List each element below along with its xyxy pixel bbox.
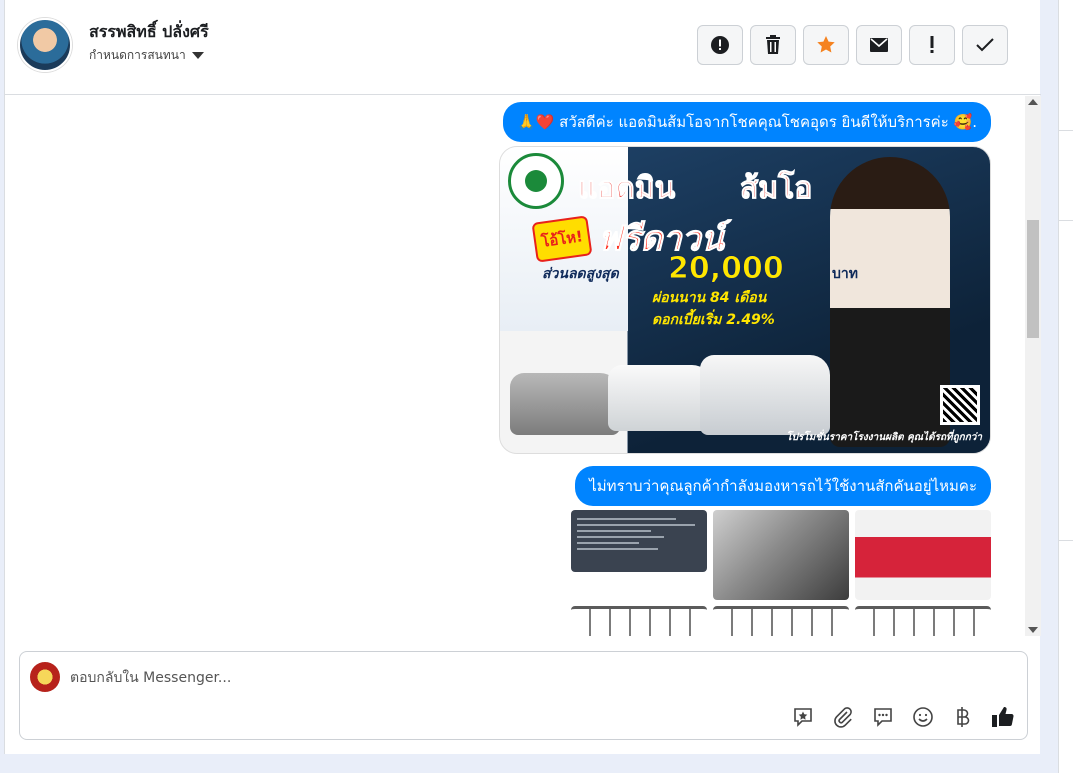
like-button[interactable] xyxy=(991,705,1015,729)
attach-button[interactable] xyxy=(831,705,855,729)
qr-code xyxy=(940,385,980,425)
attachment-icon xyxy=(834,707,852,728)
spam-button[interactable] xyxy=(697,25,743,65)
conversation-header: สรรพสิทธิ์ ปลั่งศรี กำหนดการสนทนา xyxy=(5,0,1041,95)
follow-up-button[interactable] xyxy=(909,25,955,65)
promo-interest: ดอกเบี้ยเริ่ม 2.49% xyxy=(652,312,775,328)
photo-ceiling-3[interactable] xyxy=(855,606,991,636)
promo-image[interactable]: แอดมิน ส้มโอ โอ้โห! ฟรีดาวน์ ส่วนลดสูงสุ… xyxy=(499,146,991,454)
composer-toolbar xyxy=(791,705,1015,729)
star-button[interactable] xyxy=(803,25,849,65)
photo-ceiling-1[interactable] xyxy=(571,606,707,636)
saved-reply-icon xyxy=(794,708,812,727)
emoji-icon xyxy=(913,707,933,727)
action-toolbar xyxy=(697,25,1008,65)
message-thread[interactable]: 🙏❤️ สวัสดีค่ะ แอดมินส้มโอจากโชคคุณโชคอุด… xyxy=(5,96,1025,636)
envelope-icon xyxy=(870,38,888,52)
assign-label: กำหนดการสนทนา xyxy=(89,48,186,62)
dealer-logo xyxy=(508,153,564,209)
emoji-button[interactable] xyxy=(911,705,935,729)
promo-installment: ผ่อนนาน 84 เดือน xyxy=(652,290,767,306)
car-pickup-white xyxy=(608,365,712,431)
photo-ceiling-2[interactable] xyxy=(713,606,849,636)
model-figure xyxy=(830,157,950,447)
spam-icon xyxy=(711,36,729,54)
reply-input[interactable] xyxy=(70,664,770,692)
scroll-down-icon[interactable] xyxy=(1028,627,1038,633)
promo-name-text: ส้มโอ xyxy=(739,171,813,207)
assign-conversation-dropdown[interactable]: กำหนดการสนทนา xyxy=(89,46,204,65)
promo-tag: โอ้โห! xyxy=(531,215,593,263)
photo-document[interactable] xyxy=(571,510,707,572)
promo-footer: โปรโมชั่นราคาโรงงานผลิต คุณได้รถที่ถูกกว… xyxy=(786,432,982,443)
promo-discount-label: ส่วนลดสูงสุด xyxy=(542,266,619,282)
promo-discount-value: 20,000 xyxy=(668,251,785,287)
like-icon xyxy=(992,707,1014,727)
quick-reply-button[interactable] xyxy=(871,705,895,729)
quick-reply-icon xyxy=(874,708,892,727)
avatar[interactable] xyxy=(18,18,72,72)
scroll-up-icon[interactable] xyxy=(1028,99,1038,105)
photo-red-car[interactable] xyxy=(855,510,991,600)
star-icon xyxy=(817,36,835,53)
thread-scrollbar[interactable] xyxy=(1025,96,1041,636)
delete-button[interactable] xyxy=(750,25,796,65)
trash-icon xyxy=(766,35,780,54)
message-bubble-question: ไม่ทราบว่าคุณลูกค้ากำลังมองหารถไว้ใช้งาน… xyxy=(575,466,991,506)
page-avatar xyxy=(30,662,60,692)
payment-button[interactable] xyxy=(951,705,975,729)
caret-down-icon xyxy=(191,52,204,59)
baht-icon xyxy=(957,707,970,727)
scrollbar-thumb[interactable] xyxy=(1027,220,1039,338)
promo-admin-text: แอดมิน xyxy=(577,171,676,207)
car-pickup-cargo xyxy=(700,355,830,435)
saved-reply-button[interactable] xyxy=(791,705,815,729)
photo-car-interior[interactable] xyxy=(713,510,849,600)
reply-composer xyxy=(19,651,1028,740)
right-details-panel-edge xyxy=(1058,0,1073,773)
car-sedan xyxy=(510,373,620,435)
exclamation-icon xyxy=(930,36,934,53)
mark-done-button[interactable] xyxy=(962,25,1008,65)
promo-currency: บาท xyxy=(832,266,858,282)
mark-unread-button[interactable] xyxy=(856,25,902,65)
message-bubble-greeting: 🙏❤️ สวัสดีค่ะ แอดมินส้มโอจากโชคคุณโชคอุด… xyxy=(503,102,991,142)
conversation-panel: สรรพสิทธิ์ ปลั่งศรี กำหนดการสนทนา 🙏❤️ สว… xyxy=(4,0,1041,754)
contact-name[interactable]: สรรพสิทธิ์ ปลั่งศรี xyxy=(89,20,209,45)
checkmark-icon xyxy=(976,38,994,52)
